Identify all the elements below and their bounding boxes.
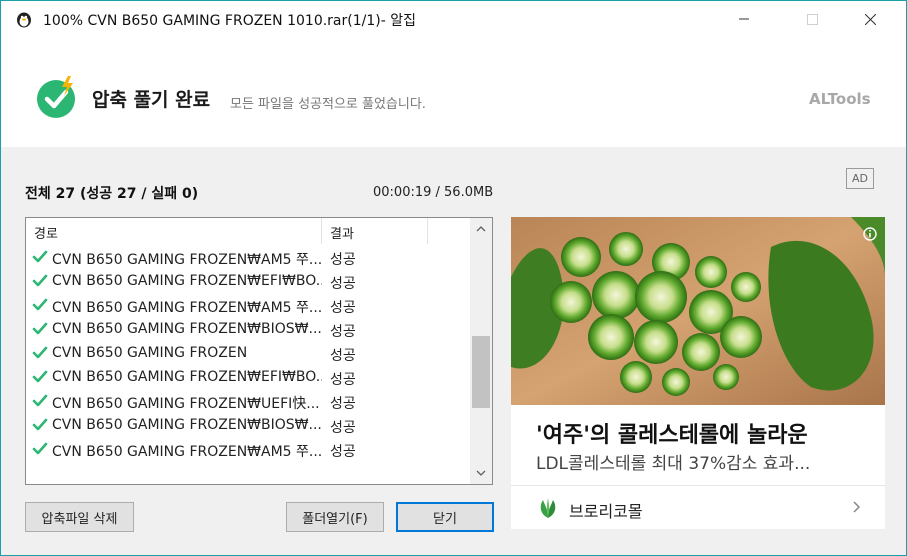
checkmark-icon (32, 250, 48, 263)
leaf-logo-icon (540, 498, 556, 518)
list-item-path: CVN B650 GAMING FROZEN₩BIOS₩... (52, 417, 322, 433)
maximize-button[interactable] (789, 1, 835, 37)
list-item-path: CVN B650 GAMING FROZEN₩AM5 쭈... (52, 300, 322, 316)
list-item-result: 성공 (330, 324, 356, 340)
title-bar[interactable]: 100% CVN B650 GAMING FROZEN 1010.rar(1/1… (1, 1, 906, 37)
window-title: 100% CVN B650 GAMING FROZEN 1010.rar(1/1… (43, 13, 416, 29)
checkmark-icon (32, 274, 48, 287)
list-item[interactable]: CVN B650 GAMING FROZEN₩BIOS₩... 성공 (26, 414, 470, 438)
list-item-path: CVN B650 GAMING FROZEN (52, 345, 248, 361)
list-item-path: CVN B650 GAMING FROZEN₩UEFI快... (52, 396, 320, 412)
list-item-result: 성공 (330, 396, 356, 412)
checkmark-icon (32, 370, 48, 383)
checkmark-icon (32, 442, 48, 455)
page-title: 압축 풀기 완료 (92, 89, 211, 111)
list-item[interactable]: CVN B650 GAMING FROZEN₩AM5 쭈... 성공 (26, 294, 470, 318)
minimize-button[interactable] (721, 1, 767, 37)
minimize-icon (739, 18, 749, 20)
column-header-path[interactable]: 경로 (26, 218, 322, 244)
ad-description[interactable]: LDL콜레스테롤 최대 37%감소 효과... (536, 449, 866, 474)
info-icon[interactable] (863, 227, 877, 241)
scroll-down-button[interactable] (470, 462, 492, 484)
checkmark-icon (32, 298, 48, 311)
altools-brand: ALTools (809, 90, 871, 108)
ad-advertiser[interactable]: 브로리코몰 (569, 498, 643, 522)
list-item-path: CVN B650 GAMING FROZEN₩AM5 쭈... (52, 252, 322, 268)
result-header: 압축 풀기 완료 모든 파일을 성공적으로 풀었습니다. ALTools (1, 37, 906, 147)
maximize-icon (806, 13, 818, 25)
elapsed-size: 00:00:19 / 56.0MB (373, 185, 494, 200)
bitter-melon-photo[interactable] (511, 217, 885, 405)
ad-badge: AD (846, 168, 874, 189)
extract-complete-window: 100% CVN B650 GAMING FROZEN 1010.rar(1/1… (0, 0, 907, 556)
list-item-result: 성공 (330, 300, 356, 316)
close-icon (864, 13, 876, 25)
close-window-button[interactable] (847, 1, 893, 37)
list-item[interactable]: CVN B650 GAMING FROZEN₩AM5 쭈... 성공 (26, 438, 470, 462)
chevron-down-icon (476, 470, 486, 476)
chevron-right-icon[interactable] (851, 500, 861, 514)
checkmark-icon (32, 346, 48, 359)
chevron-up-icon (476, 226, 486, 232)
list-scrollbar[interactable] (470, 218, 492, 484)
list-rows: CVN B650 GAMING FROZEN₩AM5 쭈... 성공 CVN B65… (26, 246, 470, 462)
alzip-app-icon (17, 12, 31, 28)
list-item-path: CVN B650 GAMING FROZEN₩EFI₩BO... (52, 273, 322, 289)
list-item-result: 성공 (330, 252, 356, 268)
check-circle-lightning-icon (37, 76, 75, 118)
scroll-up-button[interactable] (470, 218, 492, 240)
list-item[interactable]: CVN B650 GAMING FROZEN₩BIOS₩... 성공 (26, 318, 470, 342)
column-header-result[interactable]: 결과 (322, 218, 428, 244)
list-item[interactable]: CVN B650 GAMING FROZEN₩EFI₩BO... 성공 (26, 270, 470, 294)
list-item-result: 성공 (330, 420, 356, 436)
list-item-result: 성공 (330, 276, 356, 292)
ad-banner[interactable]: '여주'의 콜레스테롤에 놀라운 LDL콜레스테롤 최대 37%감소 효과...… (511, 217, 885, 529)
ad-headline[interactable]: '여주'의 콜레스테롤에 놀라운 (536, 417, 808, 449)
list-item-result: 성공 (330, 348, 356, 364)
checkmark-icon (32, 322, 48, 335)
checkmark-icon (32, 418, 48, 431)
list-item[interactable]: CVN B650 GAMING FROZEN₩AM5 쭈... 성공 (26, 246, 470, 270)
delete-archive-button[interactable]: 압축파일 삭제 (25, 502, 134, 532)
page-subtitle: 모든 파일을 성공적으로 풀었습니다. (230, 97, 426, 112)
list-item[interactable]: CVN B650 GAMING FROZEN₩UEFI快... 성공 (26, 390, 470, 414)
list-item-path: CVN B650 GAMING FROZEN₩AM5 쭈... (52, 444, 322, 460)
close-button[interactable]: 닫기 (396, 502, 494, 532)
result-list[interactable]: 경로 결과 CVN B650 GAMING FROZEN₩AM5 쭈... 성공 C… (25, 217, 493, 485)
list-item-path: CVN B650 GAMING FROZEN₩EFI₩BO... (52, 369, 322, 385)
list-item[interactable]: CVN B650 GAMING FROZEN 성공 (26, 342, 470, 366)
ad-divider (511, 485, 885, 486)
scroll-thumb[interactable] (472, 336, 490, 408)
list-item[interactable]: CVN B650 GAMING FROZEN₩EFI₩BO... 성공 (26, 366, 470, 390)
checkmark-icon (32, 394, 48, 407)
open-folder-button[interactable]: 폴더열기(F) (286, 502, 384, 532)
result-summary: 전체 27 (성공 27 / 실패 0) (25, 186, 199, 202)
list-item-result: 성공 (330, 444, 356, 460)
list-item-result: 성공 (330, 372, 356, 388)
list-header: 경로 결과 (26, 218, 470, 244)
list-item-path: CVN B650 GAMING FROZEN₩BIOS₩... (52, 321, 322, 337)
